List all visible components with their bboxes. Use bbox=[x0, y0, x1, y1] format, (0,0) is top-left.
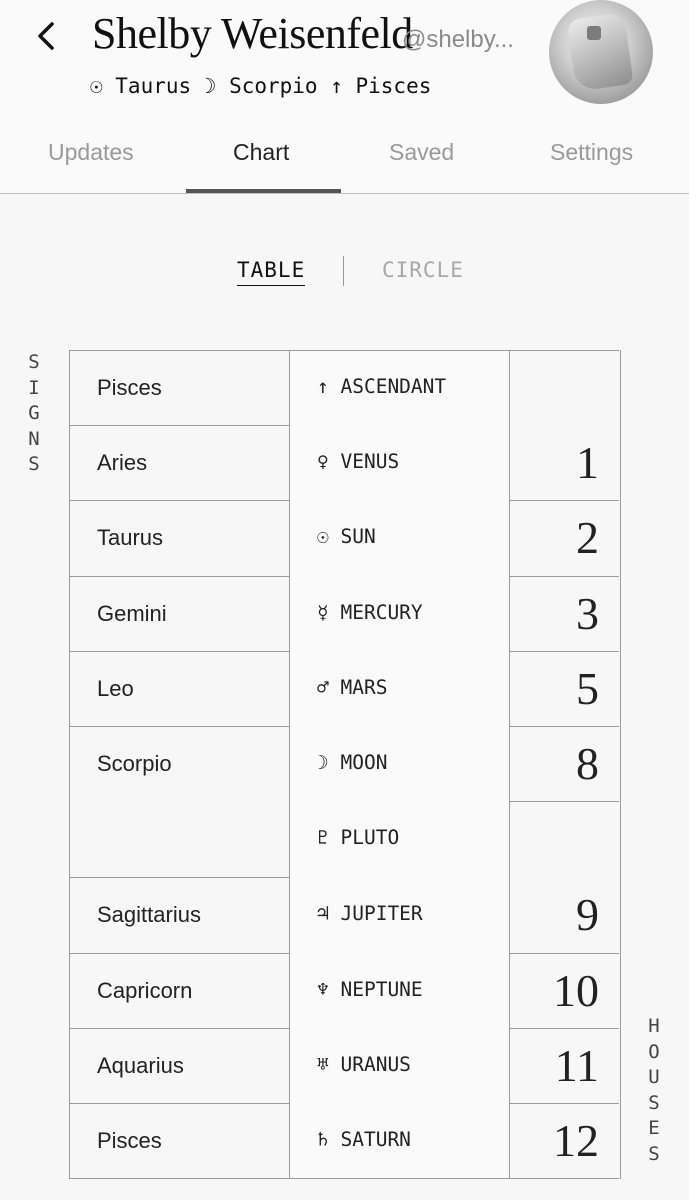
sign-label: Aquarius bbox=[97, 1053, 184, 1078]
planet-label: ♃ JUPITER bbox=[317, 902, 423, 925]
planet-label: ☉ SUN bbox=[317, 525, 376, 548]
tab-updates[interactable]: Updates bbox=[48, 139, 134, 166]
planet-cell: ♃ JUPITER bbox=[290, 878, 509, 954]
sign-label: Sagittarius bbox=[97, 902, 201, 927]
tab-saved[interactable]: Saved bbox=[389, 139, 454, 166]
planet-label: ♆ NEPTUNE bbox=[317, 978, 423, 1001]
houses-column: 1 2 3 5 8 9 10 11 12 bbox=[510, 350, 621, 1179]
house-number: 11 bbox=[554, 1040, 599, 1091]
sign-label: Pisces bbox=[97, 375, 162, 400]
planet-label: ♇ PLUTO bbox=[317, 826, 400, 849]
avatar[interactable] bbox=[549, 0, 653, 104]
sign-label: Gemini bbox=[97, 601, 167, 626]
house-cell: 11 bbox=[510, 1028, 619, 1104]
house-number: 1 bbox=[576, 437, 599, 488]
planet-cell: ♄ SATURN bbox=[290, 1104, 509, 1179]
planet-cell: ♇ PLUTO bbox=[290, 802, 509, 878]
house-cell: 3 bbox=[510, 576, 619, 652]
avatar-image bbox=[566, 12, 634, 92]
planet-cell: ♀ VENUS bbox=[290, 426, 509, 501]
profile-name: Shelby Weisenfeld bbox=[92, 9, 413, 58]
sign-label: Taurus bbox=[97, 525, 164, 550]
sign-cell: Pisces bbox=[70, 1103, 290, 1179]
planet-label: ♅ URANUS bbox=[317, 1053, 411, 1076]
table-view-toggle[interactable]: TABLE bbox=[237, 258, 306, 286]
signs-column: Pisces Aries Taurus Gemini Leo Scorpio S… bbox=[69, 350, 290, 1179]
planet-label: ↑ ASCENDANT bbox=[317, 375, 447, 398]
planet-cell: ↑ ASCENDANT bbox=[290, 351, 509, 426]
house-cell: 12 bbox=[510, 1103, 619, 1179]
sign-cell: Leo bbox=[70, 651, 290, 727]
tabs-divider bbox=[0, 193, 689, 194]
house-number: 5 bbox=[576, 663, 599, 714]
planet-label: ☿ MERCURY bbox=[317, 601, 423, 624]
tab-chart[interactable]: Chart bbox=[233, 139, 289, 166]
back-icon[interactable] bbox=[30, 14, 64, 58]
sign-label: Capricorn bbox=[97, 978, 193, 1003]
signs-axis-label: SIGNS bbox=[28, 351, 40, 475]
planets-column: ↑ ASCENDANT ♀ VENUS ☉ SUN ☿ MERCURY ♂ MA… bbox=[289, 350, 510, 1179]
planet-cell: ☉ SUN bbox=[290, 501, 509, 577]
circle-view-toggle[interactable]: CIRCLE bbox=[382, 258, 464, 282]
big-three-signs: ☉ Taurus ☽ Scorpio ↑ Pisces bbox=[90, 74, 432, 98]
house-number: 3 bbox=[576, 588, 599, 639]
house-number: 12 bbox=[553, 1115, 599, 1166]
house-cell: 1 bbox=[510, 350, 619, 501]
sign-cell: Aquarius bbox=[70, 1028, 290, 1104]
house-cell: 5 bbox=[510, 651, 619, 727]
sign-cell: Capricorn bbox=[70, 953, 290, 1029]
house-number: 2 bbox=[576, 512, 599, 563]
sign-cell: Pisces bbox=[70, 350, 290, 426]
sign-label: Aries bbox=[97, 450, 148, 475]
sign-cell: Aries bbox=[70, 425, 290, 501]
planet-label: ♂ MARS bbox=[317, 676, 388, 699]
sign-label: Pisces bbox=[97, 1128, 162, 1153]
tab-settings[interactable]: Settings bbox=[550, 139, 633, 166]
house-cell: 8 bbox=[510, 726, 619, 802]
planet-label: ♀ VENUS bbox=[317, 450, 400, 473]
sign-cell: Sagittarius bbox=[70, 877, 290, 954]
sign-cell: Scorpio bbox=[70, 726, 290, 878]
sign-cell: Gemini bbox=[70, 576, 290, 652]
house-cell: 2 bbox=[510, 500, 619, 577]
profile-tabs: Updates Chart Saved Settings bbox=[0, 125, 689, 193]
sign-label: Scorpio bbox=[97, 751, 172, 776]
chart-table: Pisces Aries Taurus Gemini Leo Scorpio S… bbox=[69, 350, 621, 1179]
house-number: 8 bbox=[576, 738, 599, 789]
house-cell: 10 bbox=[510, 953, 619, 1029]
planet-cell: ♅ URANUS bbox=[290, 1029, 509, 1104]
houses-axis-label: HOUSES bbox=[648, 1015, 660, 1165]
profile-handle: @shelby... bbox=[402, 26, 514, 53]
toggle-divider bbox=[343, 256, 344, 286]
house-number: 10 bbox=[553, 965, 599, 1016]
planet-label: ☽ MOON bbox=[317, 751, 388, 774]
house-number: 9 bbox=[576, 889, 599, 940]
planet-cell: ☿ MERCURY bbox=[290, 577, 509, 652]
house-cell: 9 bbox=[510, 801, 619, 954]
sign-label: Leo bbox=[97, 676, 134, 701]
planet-cell: ♆ NEPTUNE bbox=[290, 954, 509, 1029]
planet-cell: ☽ MOON bbox=[290, 727, 509, 802]
planet-cell: ♂ MARS bbox=[290, 652, 509, 727]
sign-cell: Taurus bbox=[70, 500, 290, 577]
planet-label: ♄ SATURN bbox=[317, 1128, 411, 1151]
